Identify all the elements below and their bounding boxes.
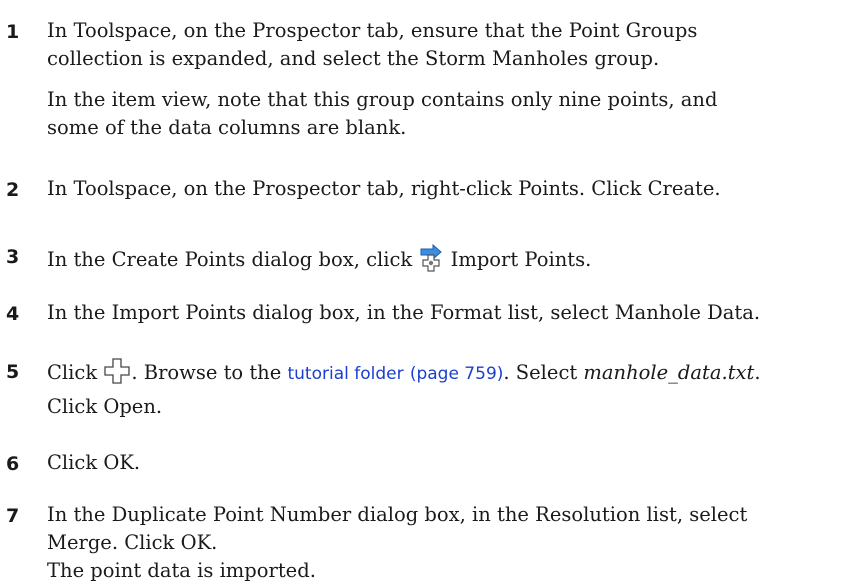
step-text-line: Merge. Click OK. [47, 531, 218, 554]
step-number: 4 [6, 303, 20, 325]
step-text-line: In the Duplicate Point Number dialog box… [47, 503, 748, 526]
import-points-icon [418, 242, 444, 280]
step-note-line: The point data is imported. [47, 559, 316, 582]
step-text-line: Click OK. [47, 451, 141, 474]
step-note-line: In the item view, note that this group c… [47, 88, 718, 111]
step-text-line: In Toolspace, on the Prospector tab, rig… [47, 177, 721, 200]
tutorial-folder-link[interactable]: tutorial folder [287, 364, 403, 384]
step-number: 5 [6, 361, 20, 383]
step-text: . [754, 361, 761, 384]
step-text-line: In the Import Points dialog box, in the … [47, 301, 761, 324]
file-name: manhole_data.txt [583, 361, 755, 384]
step-text: Import Points. [444, 248, 592, 271]
step-number: 3 [6, 246, 20, 268]
step-text: In the Create Points dialog box, click [47, 248, 419, 271]
step-text-line: collection is expanded, and select the S… [47, 47, 660, 70]
page-reference[interactable]: (page 759) [410, 364, 504, 384]
step-note-line: some of the data columns are blank. [47, 116, 407, 139]
step-text-line: In Toolspace, on the Prospector tab, ens… [47, 19, 698, 42]
step-number: 1 [6, 21, 20, 43]
step-text: Click [47, 361, 104, 384]
step-number: 2 [6, 179, 20, 201]
step-text: . Browse to the [131, 361, 288, 384]
step-number: 6 [6, 453, 20, 475]
step-number: 7 [6, 505, 20, 527]
browse-icon [103, 357, 131, 393]
step-text-line: Click Open. [47, 395, 163, 418]
step-text: . Select [503, 361, 584, 384]
